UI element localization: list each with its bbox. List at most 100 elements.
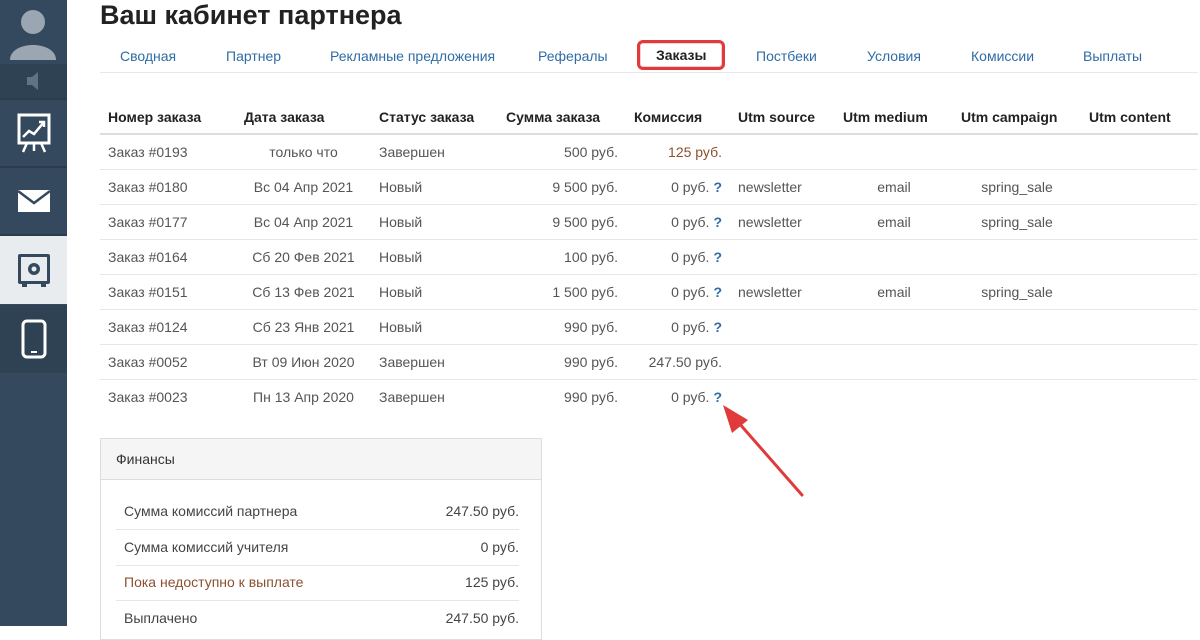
cell-order-status: Новый	[371, 309, 498, 345]
cell-utm-medium: email	[835, 204, 953, 240]
finance-label: Выплачено	[124, 610, 198, 626]
column-header-status[interactable]: Статус заказа	[371, 100, 498, 135]
cell-utm-source: newsletter	[730, 169, 835, 205]
cell-utm-content	[1081, 169, 1198, 205]
cell-commission: 0 руб.?	[626, 239, 730, 275]
finance-label: Сумма комиссий партнера	[124, 503, 298, 519]
commission-value: 0 руб.	[671, 214, 710, 230]
sidebar-item-mail[interactable]	[0, 168, 67, 234]
tab-summary[interactable]: Сводная	[120, 48, 176, 64]
table-row: Заказ #0164 Сб 20 Фев 2021 Новый 100 руб. 0 …	[100, 239, 1198, 275]
finance-label: Пока недоступно к выплате	[124, 574, 304, 590]
table-row: Заказ #0180 Вс 04 Апр 2021 Новый 9 500 руб.…	[100, 169, 1198, 205]
cell-order-sum: 9 500 руб.	[498, 204, 626, 240]
cell-order-status: Новый	[371, 274, 498, 310]
sound-toggle[interactable]	[0, 64, 67, 98]
commission-value: 0 руб.	[671, 284, 710, 300]
column-header-utm-medium[interactable]: Utm medium	[835, 100, 953, 135]
finance-row: Выплачено 247.50 руб.	[116, 601, 519, 636]
cell-utm-source	[730, 309, 835, 345]
cell-utm-source	[730, 380, 835, 415]
table-header-row: Номер заказа Дата заказа Статус заказа С…	[100, 100, 1198, 135]
cell-order-number[interactable]: Заказ #0023	[100, 380, 236, 415]
cell-order-sum: 990 руб.	[564, 389, 618, 405]
cell-order-status: Завершен	[371, 344, 498, 380]
cell-order-sum: 1 500 руб.	[498, 274, 626, 310]
column-header-utm-campaign[interactable]: Utm campaign	[953, 100, 1081, 135]
help-icon[interactable]: ?	[713, 249, 722, 265]
sidebar-item-mobile[interactable]	[0, 305, 67, 373]
cell-order-number[interactable]: Заказ #0180	[100, 169, 236, 205]
cell-order-date: Вт 09 Июн 2020	[236, 344, 371, 380]
tab-partner[interactable]: Партнер	[226, 48, 281, 64]
cell-commission: 0 руб.?	[626, 204, 730, 240]
cell-order-date: только что	[236, 134, 371, 170]
tab-referrals[interactable]: Рефералы	[538, 48, 608, 64]
cell-order-sum: 100 руб.	[498, 239, 626, 275]
avatar[interactable]	[0, 0, 67, 62]
table-row: Заказ #0124 Сб 23 Янв 2021 Новый 990 руб. 0 …	[100, 309, 1198, 345]
phone-icon	[21, 319, 46, 359]
cell-order-number[interactable]: Заказ #0177	[100, 204, 236, 240]
cell-utm-medium: email	[835, 274, 953, 310]
column-header-utm-source[interactable]: Utm source	[730, 100, 835, 135]
cell-commission: 0 руб.?	[626, 274, 730, 310]
commission-value: 0 руб.	[671, 249, 710, 265]
finance-label: Сумма комиссий учителя	[124, 539, 289, 555]
help-icon[interactable]: ?	[713, 389, 722, 405]
help-icon[interactable]: ?	[713, 319, 722, 335]
column-header-commission[interactable]: Комиссия	[626, 100, 730, 135]
cell-order-date: Сб 23 Янв 2021	[236, 309, 371, 345]
commission-value: 125 руб.	[668, 144, 722, 160]
tab-payouts[interactable]: Выплаты	[1083, 48, 1142, 64]
help-icon[interactable]: ?	[713, 214, 722, 230]
finance-title: Финансы	[101, 439, 541, 480]
table-row: Заказ #0023 Пн 13 Апр 2020 Завершен 990 руб…	[100, 380, 1198, 415]
cell-order-sum: 990 руб.	[498, 309, 626, 345]
cell-utm-medium	[835, 309, 953, 345]
cell-order-date: Сб 20 Фев 2021	[236, 239, 371, 275]
column-header-sum[interactable]: Сумма заказа	[498, 100, 626, 135]
cell-utm-source: newsletter	[730, 274, 835, 310]
cell-utm-campaign	[953, 380, 1081, 415]
cell-utm-medium	[835, 344, 953, 380]
cell-utm-content	[1081, 204, 1198, 240]
cell-utm-content	[1081, 309, 1198, 345]
table-row: Заказ #0193 только что Завершен 500 руб. 125…	[100, 134, 1198, 170]
tab-bar: Сводная Партнер Рекламные предложения Ре…	[100, 40, 1198, 73]
column-header-date[interactable]: Дата заказа	[236, 100, 371, 135]
cell-order-status: Завершен	[371, 134, 498, 170]
cell-utm-campaign: spring_sale	[953, 204, 1081, 240]
finance-value: 247.50 руб.	[445, 610, 519, 626]
cell-utm-campaign	[953, 239, 1081, 275]
cell-order-number[interactable]: Заказ #0164	[100, 239, 236, 275]
help-icon[interactable]: ?	[713, 284, 722, 300]
cell-utm-medium	[835, 134, 953, 170]
column-header-order[interactable]: Номер заказа	[100, 100, 236, 135]
table-row: Заказ #0151 Сб 13 Фев 2021 Новый 1 500 руб.…	[100, 274, 1198, 310]
cell-order-number[interactable]: Заказ #0124	[100, 309, 236, 345]
sidebar-item-stats[interactable]	[0, 100, 67, 166]
cell-commission: 247.50 руб.	[626, 344, 730, 380]
table-row: Заказ #0177 Вс 04 Апр 2021 Новый 9 500 руб.…	[100, 204, 1198, 240]
sidebar-item-partner-safe[interactable]	[0, 236, 67, 304]
commission-value: 247.50 руб.	[648, 354, 722, 370]
user-avatar-icon	[10, 10, 56, 60]
help-icon[interactable]: ?	[713, 179, 722, 195]
tab-offers[interactable]: Рекламные предложения	[330, 48, 495, 64]
cell-utm-content	[1081, 344, 1198, 380]
cell-order-number[interactable]: Заказ #0052	[100, 344, 236, 380]
cell-utm-campaign	[953, 344, 1081, 380]
tab-conditions[interactable]: Условия	[867, 48, 921, 64]
column-header-utm-content[interactable]: Utm content	[1081, 100, 1198, 135]
tab-commissions[interactable]: Комиссии	[971, 48, 1034, 64]
cell-utm-source	[730, 344, 835, 380]
cell-utm-campaign: spring_sale	[953, 169, 1081, 205]
cell-order-number[interactable]: Заказ #0193	[100, 134, 236, 170]
tab-postbacks[interactable]: Постбеки	[756, 48, 817, 64]
finance-row: Пока недоступно к выплате 125 руб.	[116, 565, 519, 601]
tab-orders[interactable]: Заказы	[637, 40, 726, 70]
cell-order-number[interactable]: Заказ #0151	[100, 274, 236, 310]
cell-order-date: Пн 13 Апр 2020	[253, 389, 354, 405]
commission-value: 0 руб.	[671, 319, 710, 335]
